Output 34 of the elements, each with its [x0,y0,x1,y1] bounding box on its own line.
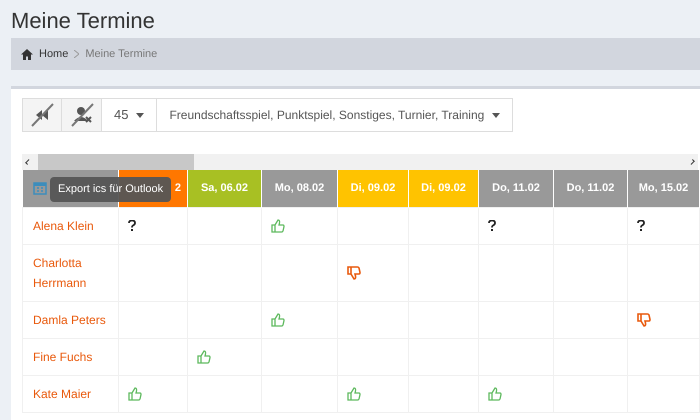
count-dropdown[interactable]: 45 [102,98,158,132]
date-header[interactable]: Do, 11.02 [554,170,628,207]
rewind-off-icon [29,102,55,128]
question-icon[interactable] [637,220,645,231]
caret-icon [492,112,500,118]
scroll-left-icon[interactable] [25,159,31,165]
thumbs-down-icon[interactable] [347,266,361,280]
thumbs-up-icon[interactable] [488,386,502,400]
question-icon[interactable] [128,220,136,231]
home-icon [21,48,33,60]
thumbs-up-icon[interactable] [197,350,211,364]
tooltip: Export ics für Outlook [50,177,172,202]
breadcrumb-current: Meine Termine [85,46,158,62]
user-off-icon [68,102,94,128]
page-title: Meine Termine [11,7,156,35]
thumbs-up-icon[interactable] [271,312,285,326]
thumbs-up-icon[interactable] [347,386,361,400]
scroll-right-icon[interactable] [689,159,695,165]
date-header[interactable]: Mo, 15.02 [628,170,700,207]
date-header[interactable]: Do, 11.02 [478,170,554,207]
breadcrumb-link[interactable]: Home [39,46,68,62]
thumbs-up-icon[interactable] [271,218,285,232]
date-header[interactable]: Mo, 08.02 [262,170,338,207]
question-icon[interactable] [488,220,496,231]
date-header[interactable]: Sa, 06.02 [188,170,262,207]
thumbs-up-icon[interactable] [128,386,142,400]
caret-icon [136,112,144,118]
toggle-button[interactable] [22,98,62,132]
filter-dropdown[interactable]: Freundschaftsspiel, Punktspiel, Sonstiges, Turnier, Training [157,98,514,132]
scroll-thumb[interactable] [38,154,194,170]
horizontal-scrollbar[interactable] [22,154,698,170]
toggle-button[interactable] [62,98,102,132]
thumbs-down-icon[interactable] [637,312,651,326]
chevron-icon [74,50,80,58]
